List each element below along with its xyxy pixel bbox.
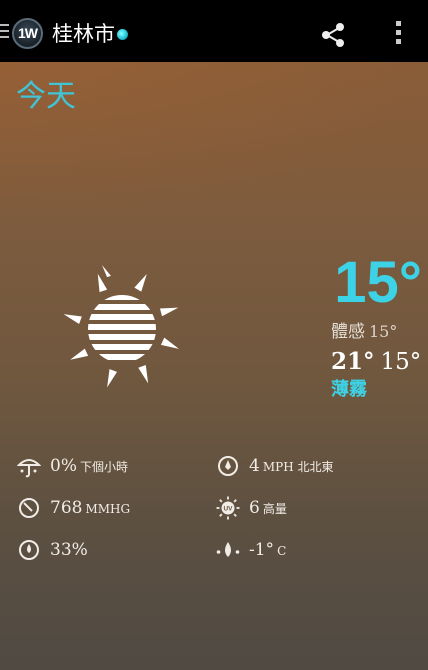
feels-like: 體感 15°: [331, 320, 397, 344]
pressure-unit: MMHG: [85, 502, 131, 516]
uv-value: 6: [249, 498, 260, 518]
feels-like-label: 體感: [331, 322, 365, 342]
dewpoint-icon: [216, 542, 240, 557]
wind-value: 4: [249, 456, 260, 476]
precip-value: 0%: [50, 456, 77, 476]
humidity-icon: [19, 540, 39, 560]
wind-compass-icon: [218, 456, 238, 476]
current-temperature: 15°: [334, 250, 422, 315]
high-low: 21° 15°: [331, 347, 421, 377]
svg-text:UV: UV: [223, 506, 233, 513]
today-heading: 今天: [16, 79, 76, 114]
humidity-value: 33%: [50, 540, 88, 560]
dewpoint-unit: C: [277, 544, 287, 558]
drawer-menu-icon[interactable]: [0, 24, 9, 40]
pressure-icon: [19, 498, 39, 518]
condition-text: 薄霧: [331, 379, 367, 400]
uv-unit: 高量: [262, 502, 287, 516]
app-logo-icon[interactable]: 1W: [12, 18, 43, 49]
city-name[interactable]: 桂林市: [52, 20, 115, 48]
dewpoint-value: -1°: [249, 540, 275, 560]
share-icon[interactable]: [318, 20, 348, 50]
pressure-value: 768: [50, 498, 83, 518]
location-status-icon: [117, 29, 128, 40]
low-temperature: 15°: [380, 349, 422, 375]
feels-like-value: 15°: [369, 322, 398, 341]
uv-sun-icon: UV: [216, 496, 240, 520]
wind-unit: MPH 北北東: [262, 460, 334, 474]
precip-unit: 下個小時: [79, 460, 128, 474]
high-temperature: 21°: [331, 348, 375, 375]
sun-haze-icon: [63, 265, 179, 388]
umbrella-icon: [17, 459, 41, 478]
overflow-menu-icon[interactable]: [392, 20, 404, 50]
weather-panel: 今天 15° 體感 15° 21° 15° 薄霧 0% 下個小時 4 MPH 北…: [0, 62, 428, 670]
action-bar: 1W 桂林市: [0, 0, 428, 62]
